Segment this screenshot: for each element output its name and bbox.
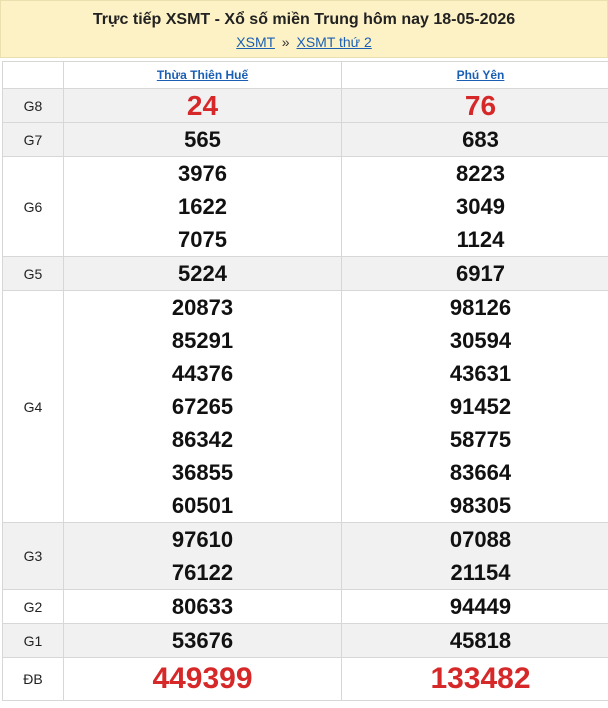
result-number: 94449 xyxy=(449,594,512,619)
result-number: 80633 xyxy=(171,594,234,619)
result-number: 97610 xyxy=(171,527,234,552)
result-cell: 449399 xyxy=(63,657,342,701)
result-number: 3976 xyxy=(178,161,227,186)
breadcrumb-xsmt-link[interactable]: XSMT xyxy=(236,34,275,50)
result-number: 53676 xyxy=(171,628,234,653)
result-number: 36855 xyxy=(171,460,234,485)
result-cell: 98126 30594 43631 91452 58775 83664 9830… xyxy=(341,290,608,523)
result-number: 1622 xyxy=(178,194,227,219)
province-link-phu-yen[interactable]: Phú Yên xyxy=(457,68,505,82)
result-number: 565 xyxy=(184,127,221,152)
result-number: 3049 xyxy=(456,194,505,219)
prize-row-special: ĐB 449399 133482 xyxy=(2,657,608,701)
result-cell: 24 xyxy=(63,88,342,123)
result-cell: 8223 3049 1124 xyxy=(341,156,608,257)
prize-label: G3 xyxy=(2,522,64,590)
prize-row-g1: G1 53676 45818 xyxy=(2,623,608,658)
result-cell: 53676 xyxy=(63,623,342,658)
result-cell: 97610 76122 xyxy=(63,522,342,590)
result-number: 91452 xyxy=(449,394,512,419)
result-number: 5224 xyxy=(178,261,227,286)
results-table: Thừa Thiên Huế Phú Yên G8 24 76 G7 565 6… xyxy=(2,61,608,701)
prize-row-g8: G8 24 76 xyxy=(2,88,608,123)
result-number: 67265 xyxy=(171,394,234,419)
result-number: 21154 xyxy=(450,560,511,585)
result-number: 6917 xyxy=(456,261,505,286)
result-cell: 6917 xyxy=(341,256,608,291)
result-cell: 76 xyxy=(341,88,608,123)
prize-label: G2 xyxy=(2,589,64,624)
result-number: 44376 xyxy=(171,361,234,386)
prize-row-g7: G7 565 683 xyxy=(2,122,608,157)
breadcrumb: XSMT » XSMT thứ 2 xyxy=(1,34,607,50)
result-number: 43631 xyxy=(449,361,512,386)
prize-row-g5: G5 5224 6917 xyxy=(2,256,608,291)
result-cell: 80633 xyxy=(63,589,342,624)
result-number: 20873 xyxy=(171,295,234,320)
result-cell: 565 xyxy=(63,122,342,157)
result-cell: 5224 xyxy=(63,256,342,291)
result-number: 83664 xyxy=(449,460,512,485)
result-cell: 07088 21154 xyxy=(341,522,608,590)
result-number: 683 xyxy=(462,127,499,152)
province-link-thua-thien-hue[interactable]: Thừa Thiên Huế xyxy=(157,68,248,82)
result-number: 8223 xyxy=(456,161,505,186)
province-header-1: Thừa Thiên Huế xyxy=(63,61,342,89)
result-number: 86342 xyxy=(171,427,234,452)
result-number: 1124 xyxy=(456,227,505,252)
result-cell: 683 xyxy=(341,122,608,157)
page-title: Trực tiếp XSMT - Xổ số miền Trung hôm na… xyxy=(92,11,516,28)
breadcrumb-separator: » xyxy=(281,34,290,50)
special-prize-number: 449399 xyxy=(152,662,253,695)
result-number: 45818 xyxy=(449,628,512,653)
province-header-2: Phú Yên xyxy=(341,61,608,89)
prize-label: G5 xyxy=(2,256,64,291)
prize-label: G4 xyxy=(2,290,64,523)
result-number: 76122 xyxy=(171,560,234,585)
prize-label: G8 xyxy=(2,88,64,123)
result-number: 98305 xyxy=(449,493,512,518)
header-corner-cell xyxy=(2,61,64,89)
prize-label: G6 xyxy=(2,156,64,257)
result-number: 85291 xyxy=(171,328,234,353)
result-cell: 133482 xyxy=(341,657,608,701)
prize-row-g3: G3 97610 76122 07088 21154 xyxy=(2,522,608,590)
result-cell: 20873 85291 44376 67265 86342 36855 6050… xyxy=(63,290,342,523)
prize-label: G1 xyxy=(2,623,64,658)
result-number: 30594 xyxy=(449,328,512,353)
result-number: 58775 xyxy=(449,427,512,452)
result-cell: 94449 xyxy=(341,589,608,624)
prize-label: G7 xyxy=(2,122,64,157)
result-number: 76 xyxy=(464,90,497,121)
prize-row-g6: G6 3976 1622 7075 8223 3049 1124 xyxy=(2,156,608,257)
result-number: 24 xyxy=(186,90,219,121)
prize-row-g4: G4 20873 85291 44376 67265 86342 36855 6… xyxy=(2,290,608,523)
result-number: 60501 xyxy=(171,493,234,518)
special-prize-number: 133482 xyxy=(430,662,531,695)
result-number: 98126 xyxy=(449,295,512,320)
breadcrumb-xsmt-monday-link[interactable]: XSMT thứ 2 xyxy=(296,34,371,50)
prize-label: ĐB xyxy=(2,657,64,701)
result-cell: 45818 xyxy=(341,623,608,658)
result-cell: 3976 1622 7075 xyxy=(63,156,342,257)
prize-row-g2: G2 80633 94449 xyxy=(2,589,608,624)
result-number: 7075 xyxy=(178,227,227,252)
result-number: 07088 xyxy=(449,527,512,552)
province-header-row: Thừa Thiên Huế Phú Yên xyxy=(2,61,608,89)
page-header: Trực tiếp XSMT - Xổ số miền Trung hôm na… xyxy=(0,0,608,58)
